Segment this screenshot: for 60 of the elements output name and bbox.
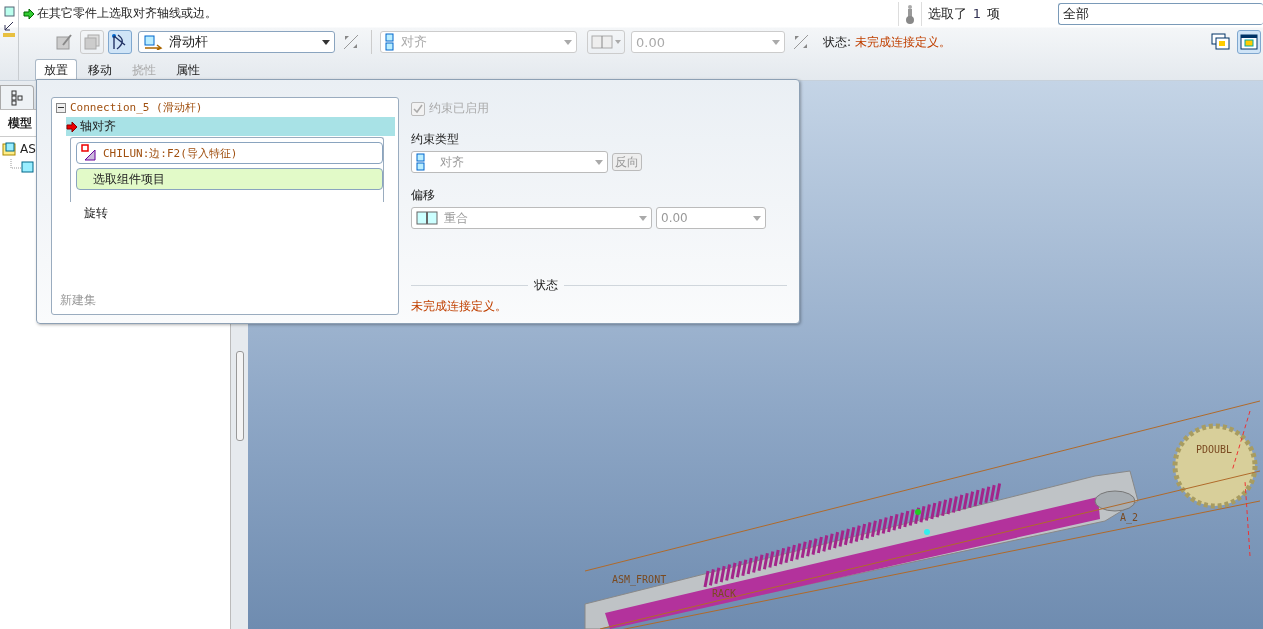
edge-icon [81,144,99,162]
coincident-icon [591,34,621,50]
tree-branch-drawing [10,159,34,173]
thermometer-icon [904,3,915,24]
assembly-icon [2,142,18,156]
caret-icon [564,39,572,45]
selection-label: 选取了 [927,4,967,23]
section-title: 状态 [534,277,559,294]
coincident-icon [416,211,438,225]
connection-type-dropdown[interactable]: 滑动杆 [138,31,335,53]
flip-icon [342,33,360,51]
align-icon [385,33,395,51]
edit-icon [55,33,73,51]
datum-label: RACK [712,588,737,599]
filter-field[interactable]: 全部 [1058,2,1263,25]
status-label: 状态: [823,33,852,51]
part-icon [2,6,16,18]
status-text: 未完成连接定义。 [855,33,952,51]
field-label: 约束类型 [411,131,460,148]
reference-field[interactable]: 选取组件项目 [76,168,383,190]
tab[interactable]: 属性 [167,59,209,80]
status-text: 未完成连接定义。 [411,298,508,315]
checkbox-label: 约束已启用 [429,100,489,117]
caret-icon [753,215,761,221]
slider-joint-icon [143,34,163,50]
window-icon [1211,33,1231,51]
splitter-handle[interactable] [235,351,244,441]
tab[interactable]: 移动 [79,59,121,80]
datum-label: ASM_FRONT [612,574,667,585]
caret-icon [639,215,647,221]
constraint-item[interactable]: 旋转 [66,204,398,223]
caret-icon [595,159,603,165]
datum-label: A_2 [1120,512,1139,523]
caret-icon [322,39,330,45]
arrow-icon [23,7,35,20]
flip-icon [792,33,810,51]
caret-icon [772,39,780,45]
model-tree-tab[interactable] [0,85,34,109]
datum-label: PDOUBL [1196,444,1233,455]
constraint-item[interactable]: 轴对齐 [66,117,395,136]
offset-type-button[interactable] [587,30,625,54]
reference-field[interactable]: CHILUN:边:F2(导入特征) [76,142,383,164]
arrow-icon [66,120,78,133]
selection-label: 项 [987,4,1000,23]
field-label: 偏移 [411,187,436,204]
check-icon [413,103,423,114]
window-icon [1239,33,1259,51]
joint-button[interactable] [108,30,132,54]
prompt-message: 在其它零件上选取对齐轴线或边。 [37,5,217,22]
panel-heading: 模型 [8,114,32,132]
tab[interactable]: 放置 [35,59,77,80]
embed-window-button[interactable] [1237,30,1261,54]
arrow-icon [2,20,16,38]
tree-item[interactable]: AS [0,137,36,156]
collapse-icon[interactable] [56,102,66,113]
stack-icon [83,33,101,51]
connection-set-title: Connection_5 (滑动杆) [70,100,203,115]
align-icon [416,153,426,171]
selection-count: 1 [972,6,981,21]
tree-icon [11,89,23,106]
